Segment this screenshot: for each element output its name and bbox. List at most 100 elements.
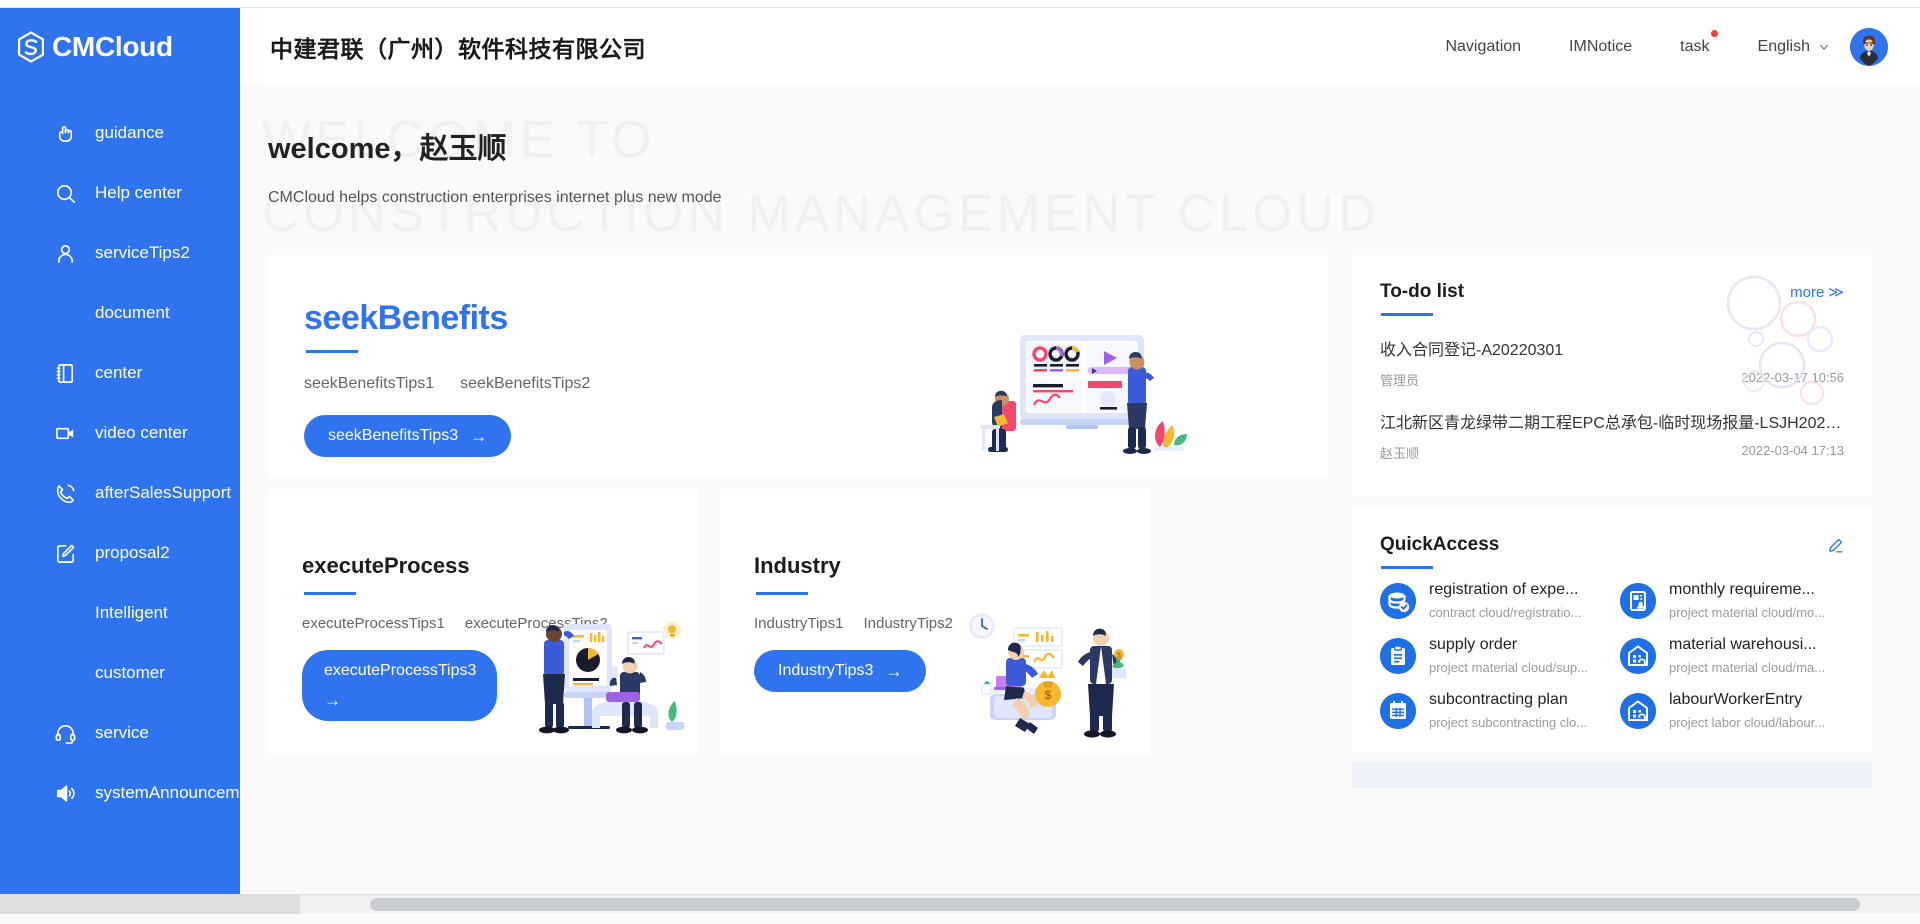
welcome-subtitle: CMCloud helps construction enterprises i… bbox=[268, 189, 722, 206]
quickaccess-item-path: project labor cloud/labour... bbox=[1669, 715, 1826, 730]
task-notification-badge-icon bbox=[1710, 29, 1718, 37]
todo-item-name: 收入合同登记-A20220301 bbox=[1380, 342, 1564, 359]
header-task-link[interactable]: task bbox=[1656, 29, 1733, 56]
sidebar-item-document[interactable]: document bbox=[0, 283, 240, 343]
seekbenefits-cta-button[interactable]: seekBenefitsTips3 → bbox=[304, 415, 512, 457]
quickaccess-item[interactable]: material warehousi... project material c… bbox=[1620, 636, 1844, 675]
industry-tip-1: IndustryTips1 bbox=[754, 615, 844, 632]
executeprocess-tip-1: executeProcessTips1 bbox=[302, 615, 445, 632]
executeprocess-illustration bbox=[539, 621, 684, 734]
seekbenefits-illustration bbox=[980, 335, 1187, 454]
todo-more-link[interactable]: more ≫ bbox=[1790, 283, 1844, 302]
brand-logo[interactable]: CMCloud bbox=[0, 8, 240, 85]
quickaccess-item-path: project subcontracting clo... bbox=[1429, 715, 1588, 730]
secondary-cards-row: executeProcess executeProcessTips1 execu… bbox=[268, 489, 1328, 754]
title-underline bbox=[304, 592, 356, 595]
executeprocess-cta-button[interactable]: executeProcessTips3 → bbox=[302, 650, 497, 721]
todo-list-item[interactable]: 收入合同登记-A20220301 管理员 2022-03-17 10:56 bbox=[1380, 328, 1844, 401]
sidebar-item-intelligent[interactable]: Intelligent bbox=[0, 583, 240, 643]
speaker-icon bbox=[57, 784, 75, 802]
sidebar-item-proposal2[interactable]: proposal2 bbox=[0, 523, 240, 583]
scrollbar-thumb[interactable] bbox=[370, 898, 1860, 911]
quickaccess-title: QuickAccess bbox=[1380, 534, 1500, 555]
quickaccess-item-label: registration of expe... bbox=[1429, 581, 1579, 598]
sidebar-item-label: proposal2 bbox=[95, 543, 170, 562]
quickaccess-item-text: supply order project material cloud/sup.… bbox=[1429, 636, 1588, 675]
sidebar-item-customer[interactable]: customer bbox=[0, 643, 240, 703]
quickaccess-item[interactable]: labourWorkerEntry project labor cloud/la… bbox=[1620, 691, 1844, 730]
arrow-right-icon: → bbox=[885, 661, 903, 681]
quickaccess-item-label: supply order bbox=[1429, 636, 1518, 653]
quickaccess-item[interactable]: registration of expe... contract cloud/r… bbox=[1380, 581, 1604, 620]
clipboard-icon bbox=[1380, 637, 1416, 674]
quickaccess-item-text: labourWorkerEntry project labor cloud/la… bbox=[1669, 691, 1825, 730]
welcome-title: welcome，赵玉顺 bbox=[268, 133, 507, 165]
pencil-edit-icon[interactable] bbox=[1827, 537, 1844, 554]
industry-cta-button[interactable]: IndustryTips3 → bbox=[754, 650, 927, 692]
main-area: 中建君联（广州）软件科技有限公司 Navigation IMNotice tas… bbox=[240, 8, 1920, 913]
executeprocess-cta-label: executeProcessTips3 bbox=[324, 662, 477, 679]
right-column: To-do list more ≫ 收入合同登记-A20220301 管理员 2… bbox=[1352, 255, 1872, 788]
sidebar-item-servicetips2[interactable]: serviceTips2 bbox=[0, 223, 240, 283]
language-selector[interactable]: English bbox=[1734, 38, 1850, 56]
sidebar-item-center[interactable]: center bbox=[0, 343, 240, 403]
sidebar-item-label: document bbox=[95, 303, 170, 322]
sidebar-item-label: service bbox=[95, 723, 149, 742]
quickaccess-item-path: project material cloud/sup... bbox=[1429, 660, 1588, 675]
brand-name: CMCloud bbox=[52, 30, 173, 62]
sidebar-item-help-center[interactable]: Help center bbox=[0, 163, 240, 223]
phone-call-icon bbox=[56, 484, 75, 503]
avatar[interactable] bbox=[1850, 27, 1888, 66]
sidebar-item-aftersalessupport[interactable]: afterSalesSupport bbox=[0, 463, 240, 523]
quickaccess-item-path: contract cloud/registratio... bbox=[1429, 605, 1582, 620]
company-title: 中建君联（广州）软件科技有限公司 bbox=[270, 35, 646, 62]
todo-list-item[interactable]: 江北新区青龙绿带二期工程EPC总承包-临时现场报量-LSJH20220... 赵… bbox=[1380, 401, 1844, 474]
title-underline bbox=[306, 350, 358, 353]
quickaccess-item[interactable]: subcontracting plan project subcontracti… bbox=[1380, 691, 1604, 730]
left-column: seekBenefits seekBenefitsTips1 seekBenef… bbox=[268, 255, 1328, 754]
header-navigation-link[interactable]: Navigation bbox=[1421, 38, 1545, 56]
todo-item-name: 江北新区青龙绿带二期工程EPC总承包-临时现场报量-LSJH20220... bbox=[1380, 415, 1842, 432]
industry-title: Industry bbox=[754, 553, 841, 578]
notebook-icon bbox=[56, 363, 74, 383]
sidebar-item-systemannouncement[interactable]: systemAnnouncement bbox=[0, 763, 240, 823]
headset-icon bbox=[55, 724, 76, 744]
todo-more-label: more bbox=[1790, 283, 1825, 301]
executeprocess-card: executeProcess executeProcessTips1 execu… bbox=[268, 489, 698, 754]
header-task-label: task bbox=[1680, 37, 1710, 55]
svg-text:$: $ bbox=[1117, 653, 1121, 660]
industry-tip-2: IndustryTips2 bbox=[863, 615, 953, 632]
scrollbar-track-left[interactable] bbox=[0, 895, 300, 914]
chevron-down-icon bbox=[1819, 44, 1829, 50]
quickaccess-item-text: monthly requireme... project material cl… bbox=[1669, 581, 1825, 620]
header-imnotice-link[interactable]: IMNotice bbox=[1545, 38, 1656, 56]
dashboard-content: seekBenefits seekBenefitsTips1 seekBenef… bbox=[240, 255, 1920, 788]
sidebar-item-label: systemAnnouncement bbox=[95, 783, 240, 802]
sidebar-item-label: serviceTips2 bbox=[95, 243, 190, 262]
horizontal-scrollbar[interactable] bbox=[0, 894, 1920, 914]
header-actions: Navigation IMNotice task English bbox=[1421, 27, 1888, 66]
todo-item-time: 2022-03-17 10:56 bbox=[1741, 370, 1844, 385]
quickaccess-item-label: subcontracting plan bbox=[1429, 691, 1568, 708]
sidebar-item-label: Help center bbox=[95, 183, 182, 202]
sidebar-item-video-center[interactable]: video center bbox=[0, 403, 240, 463]
todo-item-owner: 管理员 bbox=[1380, 373, 1420, 388]
seekbenefits-tip-2: seekBenefitsTips2 bbox=[460, 375, 591, 392]
quickaccess-item[interactable]: supply order project material cloud/sup.… bbox=[1380, 636, 1604, 675]
quickaccess-item-text: registration of expe... contract cloud/r… bbox=[1429, 581, 1581, 620]
sidebar-item-label: afterSalesSupport bbox=[95, 483, 232, 502]
quickaccess-item[interactable]: monthly requireme... project material cl… bbox=[1620, 581, 1844, 620]
quickaccess-panel: QuickAccess registration of expe... cont… bbox=[1352, 508, 1872, 752]
arrow-right-icon: → bbox=[324, 691, 341, 710]
user-icon bbox=[57, 244, 74, 263]
sidebar-item-guidance[interactable]: guidance bbox=[0, 103, 240, 163]
sidebar-item-label: center bbox=[95, 363, 143, 382]
todo-panel: To-do list more ≫ 收入合同登记-A20220301 管理员 2… bbox=[1352, 255, 1872, 496]
cmcloud-logo-icon bbox=[17, 30, 45, 63]
quickaccess-item-label: labourWorkerEntry bbox=[1669, 691, 1803, 708]
executeprocess-title: executeProcess bbox=[302, 553, 470, 578]
title-underline bbox=[1381, 566, 1433, 569]
sidebar-item-service[interactable]: service bbox=[0, 703, 240, 763]
sidebar-nav: guidance Help center serviceTips2 docume… bbox=[0, 85, 240, 823]
panel-tail-strip bbox=[1352, 762, 1872, 788]
